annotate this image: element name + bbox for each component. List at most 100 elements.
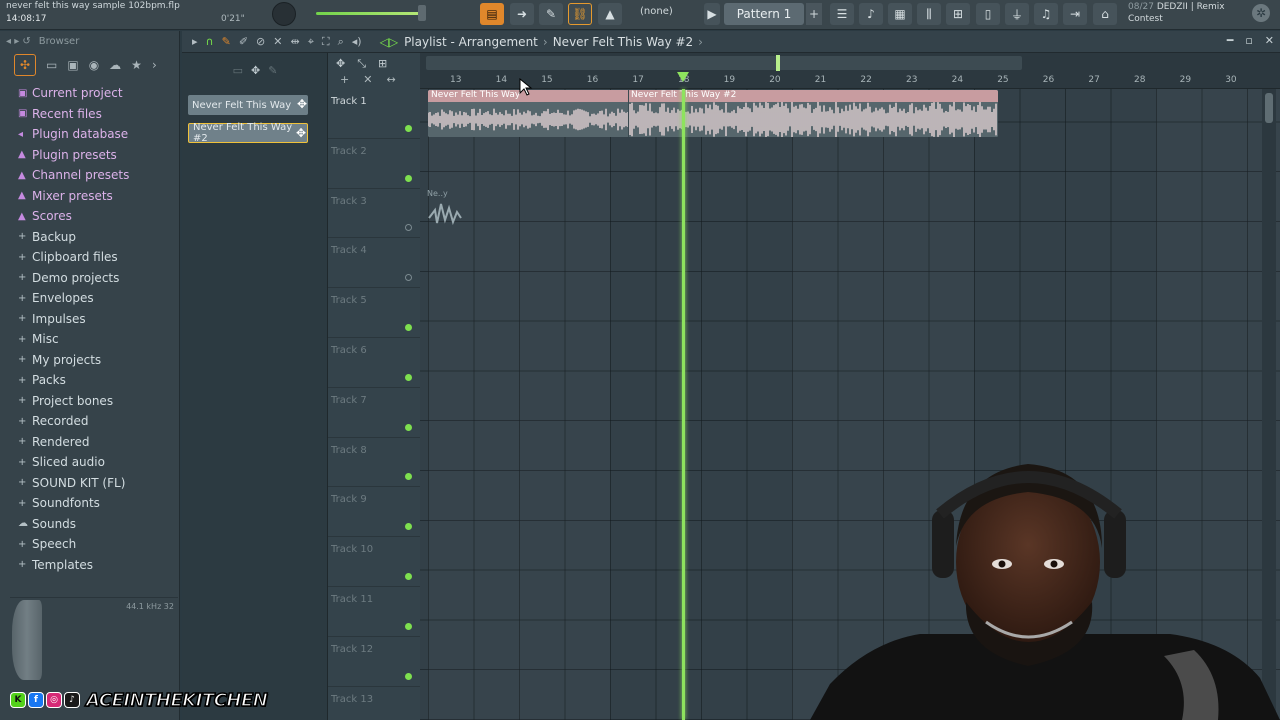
track-mute-led[interactable] bbox=[405, 373, 412, 381]
star-sounds-icon[interactable]: ◉ bbox=[89, 58, 99, 72]
grid-icon[interactable]: ⊞ bbox=[378, 57, 387, 71]
track-header[interactable]: Track 13 bbox=[328, 687, 420, 720]
plugins-icon[interactable]: ▣ bbox=[67, 58, 78, 72]
track-header[interactable]: Track 9 bbox=[328, 487, 420, 538]
track-mute-led[interactable] bbox=[405, 224, 412, 232]
slip-tool-icon[interactable]: ⇹ bbox=[290, 35, 299, 49]
browser-item-packs[interactable]: + Packs bbox=[0, 370, 179, 391]
cloud-icon[interactable]: ☁ bbox=[109, 58, 121, 72]
edit-icon[interactable]: ✎ bbox=[268, 64, 277, 77]
browser-item-envelopes[interactable]: + Envelopes bbox=[0, 288, 179, 309]
browser-item-demo-projects[interactable]: + Demo projects bbox=[0, 268, 179, 289]
add-pattern-button[interactable]: + bbox=[806, 3, 822, 25]
shop-icon[interactable]: ⌂ bbox=[1093, 3, 1117, 25]
mute-tool-icon[interactable]: ✕ bbox=[273, 35, 282, 49]
close-icon[interactable]: ✕ bbox=[1265, 34, 1274, 47]
track-mute-led[interactable] bbox=[405, 572, 412, 580]
loop-marker[interactable] bbox=[776, 55, 780, 71]
browser-item-mixer-presets[interactable]: ▲ Mixer presets bbox=[0, 186, 179, 207]
track-header[interactable]: Track 3 bbox=[328, 189, 420, 239]
clip-source-item[interactable]: Never Felt This Way ✥ bbox=[188, 95, 308, 115]
pen-icon[interactable]: ✎ bbox=[539, 3, 563, 25]
browser-item-misc[interactable]: + Misc bbox=[0, 329, 179, 350]
track-header[interactable]: Track 6 bbox=[328, 338, 420, 388]
select-tool-icon[interactable]: ⛶ bbox=[322, 35, 330, 49]
tempo-icon[interactable]: ♫ bbox=[1034, 3, 1058, 25]
metronome-icon[interactable]: ▲ bbox=[598, 3, 622, 25]
track-header[interactable]: Track 5 bbox=[328, 288, 420, 338]
pattern-play-icon[interactable]: ▶ bbox=[704, 3, 720, 25]
paint-tool-icon[interactable]: ✐ bbox=[239, 35, 248, 49]
playback-tool-icon[interactable]: ◂) bbox=[352, 35, 362, 49]
browser-item-recent-files[interactable]: ▣ Recent files bbox=[0, 104, 179, 125]
browser-item-sound-kit-fl[interactable]: + SOUND KIT (FL) bbox=[0, 473, 179, 494]
browser-item-sounds[interactable]: ☁ Sounds bbox=[0, 514, 179, 535]
slice-tool-icon[interactable]: ⌖ bbox=[308, 35, 314, 49]
browser-icon[interactable]: ▯ bbox=[976, 3, 1000, 25]
plugin-picker-icon[interactable]: ⊞ bbox=[946, 3, 970, 25]
magnet-icon[interactable]: ∩ bbox=[206, 35, 214, 49]
delete-tool-icon[interactable]: ⊘ bbox=[256, 35, 265, 49]
playlist-menu-icon[interactable]: ▸ bbox=[192, 35, 198, 49]
zoom-time-icon[interactable]: ↔ bbox=[386, 73, 395, 86]
pattern-selector-none[interactable]: (none) bbox=[640, 6, 673, 17]
browser-item-plugin-database[interactable]: ◂ Plugin database bbox=[0, 124, 179, 145]
track-mute-led[interactable] bbox=[405, 323, 412, 331]
browser-item-impulses[interactable]: + Impulses bbox=[0, 309, 179, 330]
track-header[interactable]: Track 4 bbox=[328, 238, 420, 289]
browser-item-scores[interactable]: ▲ Scores bbox=[0, 206, 179, 227]
browser-item-plugin-presets[interactable]: ▲ Plugin presets bbox=[0, 145, 179, 166]
browser-item-current-project[interactable]: ▣ Current project bbox=[0, 83, 179, 104]
channel-rack-icon[interactable]: ▦ bbox=[888, 3, 912, 25]
track-mute-led[interactable] bbox=[405, 174, 412, 182]
browser-item-channel-presets[interactable]: ▲ Channel presets bbox=[0, 165, 179, 186]
browser-item-project-bones[interactable]: + Project bones bbox=[0, 391, 179, 412]
track-header[interactable]: Track 7 bbox=[328, 388, 420, 438]
browser-item-speech[interactable]: + Speech bbox=[0, 534, 179, 555]
browser-item-soundfonts[interactable]: + Soundfonts bbox=[0, 493, 179, 514]
master-volume-slider[interactable] bbox=[316, 12, 426, 15]
track-mute-led[interactable] bbox=[405, 124, 412, 132]
track-header[interactable]: Track 12 bbox=[328, 637, 420, 687]
browser-item-recorded[interactable]: + Recorded bbox=[0, 411, 179, 432]
track-mute-led[interactable] bbox=[405, 672, 412, 680]
browser-item-clipboard-files[interactable]: + Clipboard files bbox=[0, 247, 179, 268]
plugin-icon[interactable]: ⏚ bbox=[1005, 3, 1029, 25]
arrow-right-icon[interactable]: ➜ bbox=[510, 3, 534, 25]
draw-tool-icon[interactable]: ✎ bbox=[222, 35, 231, 49]
link-icon[interactable]: ⛓ bbox=[568, 3, 592, 25]
clip-move-icon[interactable]: ✥ bbox=[294, 96, 310, 112]
clip-source-item[interactable]: Never Felt This Way #2 ✥ bbox=[188, 122, 308, 144]
gear-icon[interactable]: ✲ bbox=[1252, 4, 1270, 22]
playlist-icon[interactable]: ☰ bbox=[830, 3, 854, 25]
remove-track-icon[interactable]: ✕ bbox=[363, 73, 372, 86]
playhead-line[interactable] bbox=[682, 89, 685, 720]
track-header[interactable]: Track 2 bbox=[328, 139, 420, 189]
move-tracks-icon[interactable]: ✥ bbox=[336, 57, 345, 71]
browser-item-rendered[interactable]: + Rendered bbox=[0, 432, 179, 453]
arrangement-play-icon[interactable]: ◁▷ bbox=[380, 35, 398, 49]
vertical-scroll-thumb[interactable] bbox=[1265, 93, 1273, 123]
audio-clip[interactable]: Never Felt This Way Never Felt This Way … bbox=[428, 90, 998, 137]
pattern-selector[interactable]: Pattern 1 bbox=[724, 3, 804, 25]
browser-item-my-projects[interactable]: + My projects bbox=[0, 350, 179, 371]
files-icon[interactable]: ▭ bbox=[46, 58, 57, 72]
track-header[interactable]: Track 8 bbox=[328, 438, 420, 488]
track-mute-led[interactable] bbox=[405, 274, 412, 282]
horizontal-scrollbar[interactable] bbox=[426, 56, 1022, 70]
add-track-icon[interactable]: + bbox=[340, 73, 349, 86]
master-pitch-knob[interactable] bbox=[272, 2, 296, 26]
piano-roll-icon[interactable]: ♪ bbox=[859, 3, 883, 25]
timeline-ruler[interactable]: 13 14 15 16 17 18 19 20 21 22 23 24 25 26 27 28 29 30 bbox=[420, 53, 1280, 89]
track-mute-led[interactable] bbox=[405, 622, 412, 630]
news-panel[interactable]: 08/27 DEDZII | Remix Contest bbox=[1128, 1, 1225, 25]
track-mute-led[interactable] bbox=[405, 523, 412, 531]
playhead-marker-icon[interactable] bbox=[677, 72, 689, 82]
browser-item-sliced-audio[interactable]: + Sliced audio bbox=[0, 452, 179, 473]
track-mute-led[interactable] bbox=[405, 423, 412, 431]
track-header[interactable]: Track 1 bbox=[328, 89, 420, 139]
collapse-icon[interactable]: › bbox=[152, 58, 157, 72]
track-header[interactable]: Track 10 bbox=[328, 537, 420, 587]
favorites-icon[interactable]: ★ bbox=[131, 58, 142, 72]
send-icon[interactable]: ⇥ bbox=[1063, 3, 1087, 25]
